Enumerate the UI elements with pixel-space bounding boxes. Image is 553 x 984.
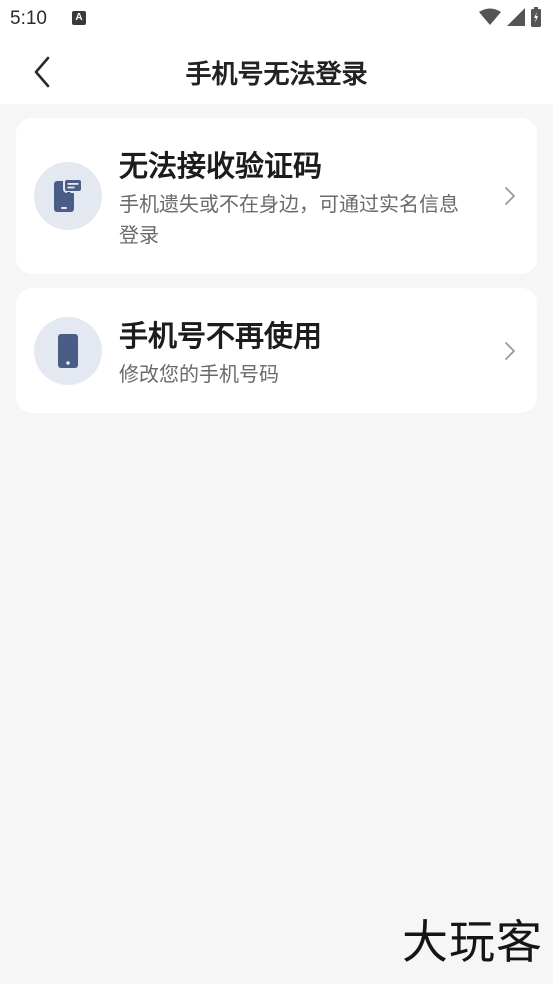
option-description: 修改您的手机号码 bbox=[119, 362, 279, 386]
cell-signal-icon bbox=[507, 8, 525, 30]
wifi-icon bbox=[479, 8, 501, 30]
phone-icon bbox=[58, 334, 78, 368]
status-bar: 5:10 A bbox=[0, 0, 553, 38]
battery-charging-icon bbox=[531, 7, 541, 31]
icon-circle bbox=[34, 162, 102, 230]
chevron-right-icon bbox=[505, 342, 515, 360]
nav-bar: 手机号无法登录 bbox=[0, 38, 553, 104]
option-description: 手机遗失或不在身边，可通过实名信息登录 bbox=[119, 192, 459, 247]
option-card-number-no-longer-used[interactable]: 手机号不再使用 修改您的手机号码 bbox=[16, 288, 537, 413]
page-title: 手机号无法登录 bbox=[185, 60, 368, 90]
icon-circle bbox=[34, 317, 102, 385]
notification-app-icon: A bbox=[72, 11, 86, 25]
status-icons bbox=[479, 7, 541, 31]
option-title: 无法接收验证码 bbox=[119, 149, 323, 183]
option-card-cannot-receive-code[interactable]: 无法接收验证码 手机遗失或不在身边，可通过实名信息登录 bbox=[16, 118, 537, 274]
chevron-right-icon bbox=[505, 187, 515, 205]
option-title: 手机号不再使用 bbox=[119, 319, 323, 353]
status-time: 5:10 bbox=[10, 8, 47, 29]
phone-message-icon bbox=[54, 178, 83, 212]
watermark-logo: 大玩客 bbox=[402, 915, 543, 969]
